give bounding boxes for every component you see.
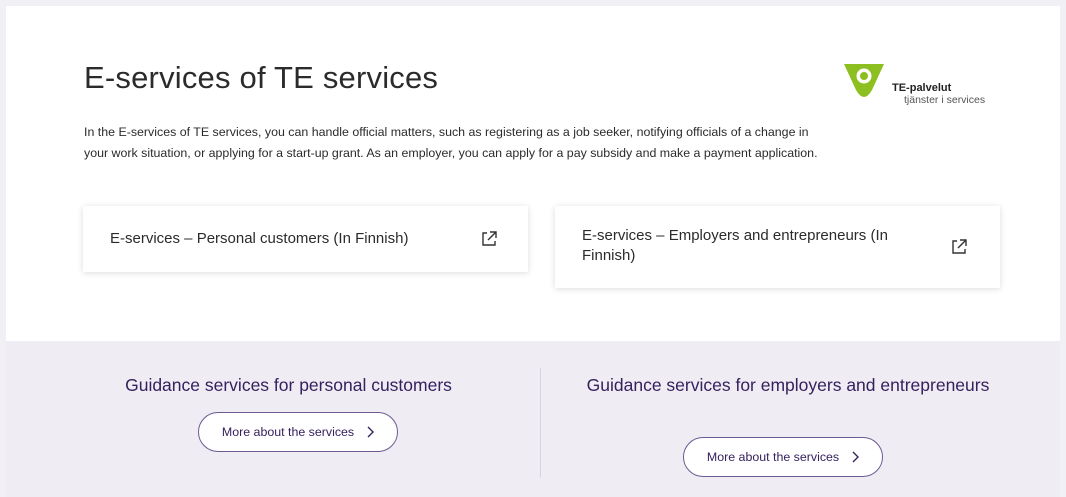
guidance-employers-title: Guidance services for employers and entr… bbox=[586, 375, 990, 395]
e-services-personal-card[interactable]: E-services – Personal customers (In Finn… bbox=[83, 206, 528, 272]
page-title: E-services of TE services bbox=[84, 60, 439, 95]
more-about-services-personal-button[interactable]: More about the services bbox=[198, 412, 398, 452]
chevron-right-icon bbox=[367, 426, 375, 438]
guidance-section: Guidance services for personal customers… bbox=[6, 341, 1060, 497]
te-logo-icon bbox=[844, 64, 884, 97]
logo-subtitle: tjänster i services bbox=[904, 94, 986, 106]
button-label: More about the services bbox=[221, 425, 355, 439]
e-services-employers-card[interactable]: E-services – Employers and entrepreneurs… bbox=[555, 206, 1000, 288]
chevron-right-icon bbox=[852, 451, 860, 463]
logo-title: TE-palvelut bbox=[892, 82, 952, 94]
intro-text: In the E-services of TE services, you ca… bbox=[84, 125, 818, 160]
page-frame: E-services of TE services TE-palvelut tj… bbox=[6, 6, 1060, 497]
button-label: More about the services bbox=[706, 450, 840, 464]
card-label: E-services – Personal customers (In Finn… bbox=[110, 230, 409, 247]
te-palvelut-logo: TE-palvelut tjänster i services bbox=[842, 60, 1002, 108]
external-link-icon bbox=[952, 239, 967, 254]
section-divider bbox=[540, 368, 541, 478]
e-services-section: E-services of TE services TE-palvelut tj… bbox=[6, 6, 1060, 341]
guidance-personal-title: Guidance services for personal customers bbox=[125, 375, 452, 395]
more-about-services-employers-button[interactable]: More about the services bbox=[683, 437, 883, 477]
external-link-icon bbox=[482, 231, 497, 246]
card-label: E-services – Employers and entrepreneurs… bbox=[582, 227, 888, 264]
